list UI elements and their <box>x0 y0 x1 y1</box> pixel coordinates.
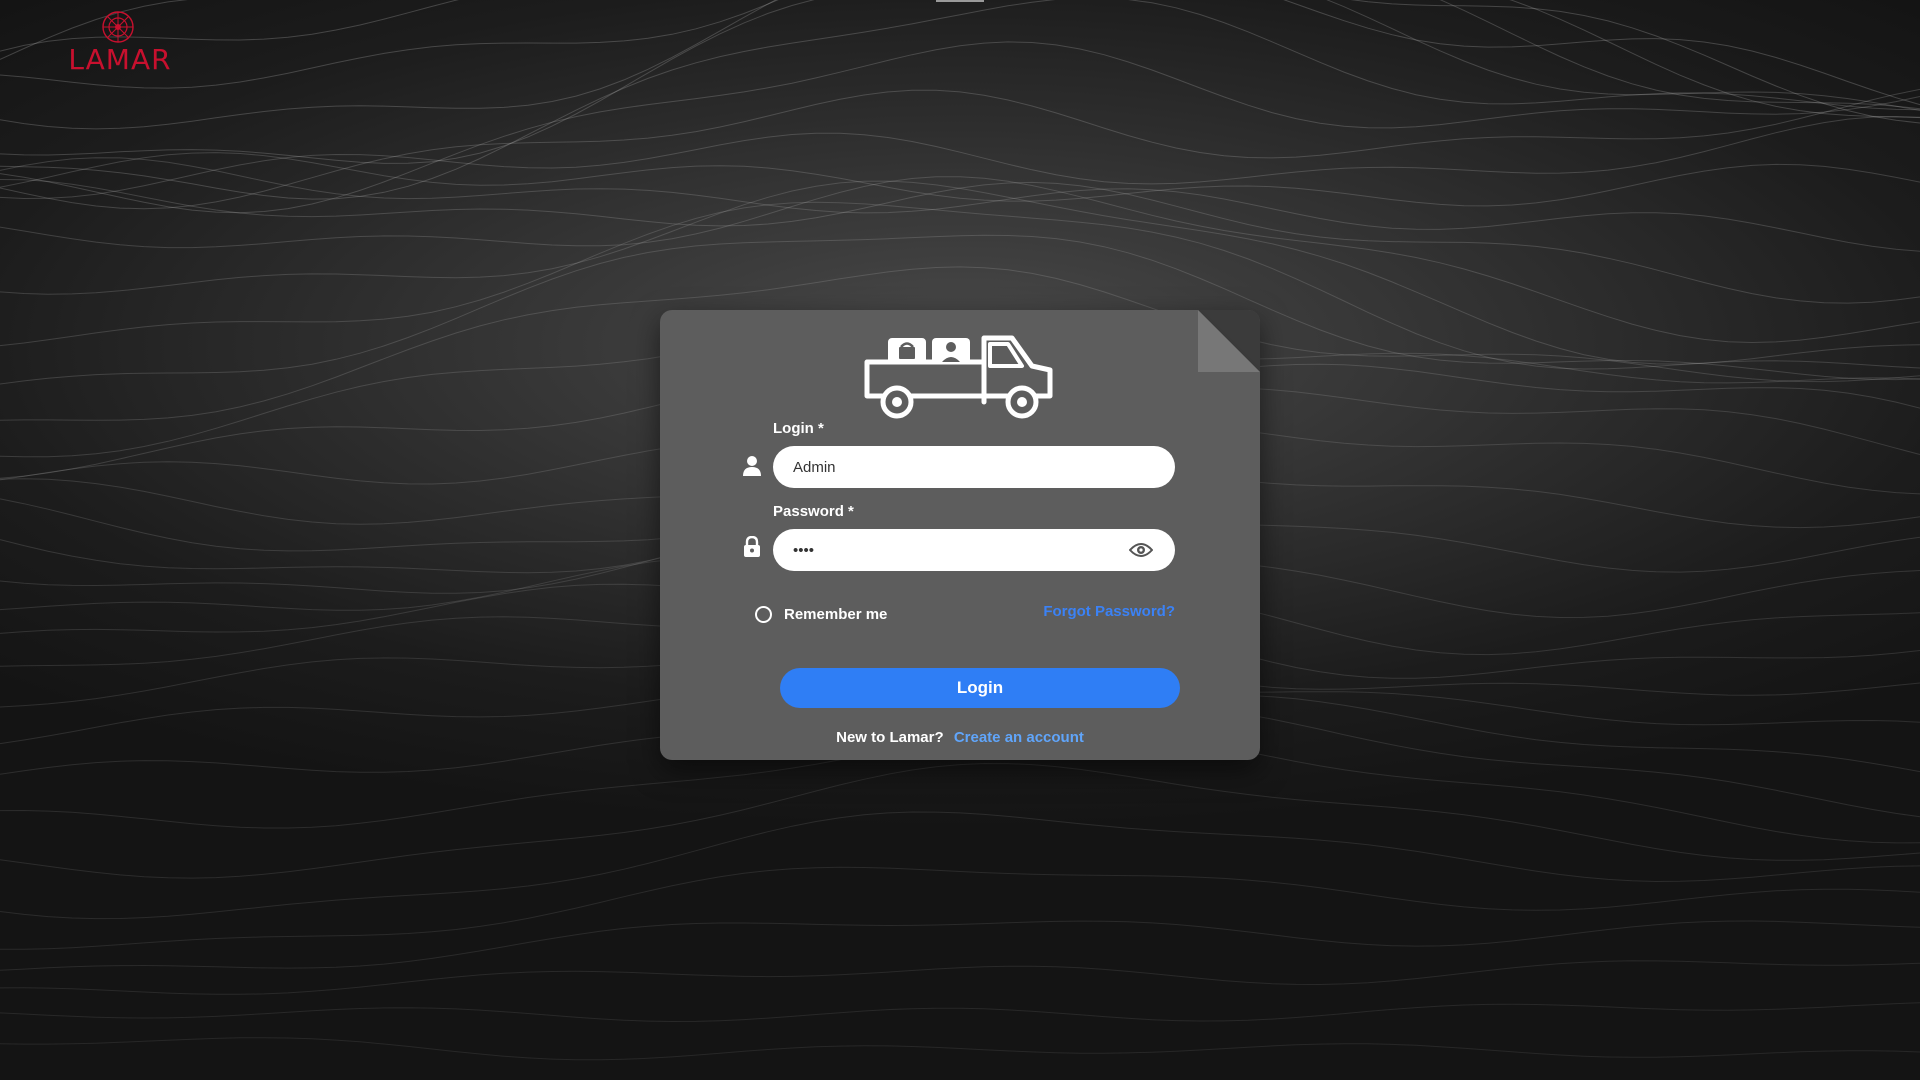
user-icon <box>743 456 761 476</box>
card-corner-fold <box>1198 310 1260 372</box>
create-account-link[interactable]: Create an account <box>954 729 1084 746</box>
forgot-password-link[interactable]: Forgot Password? <box>1043 603 1175 620</box>
lock-icon <box>744 536 760 557</box>
login-card: Login * Password * Remember me Forgot Pa… <box>660 310 1260 760</box>
login-field[interactable] <box>773 446 1175 488</box>
remember-me-radio[interactable] <box>755 605 772 623</box>
brand-logo[interactable]: LAMAR <box>60 10 180 76</box>
emblem-icon <box>102 11 134 43</box>
eye-icon[interactable] <box>1129 541 1153 559</box>
signup-prompt: New to Lamar? Create an account <box>660 729 1260 746</box>
top-indicator <box>936 0 984 2</box>
password-label: Password * <box>773 503 854 520</box>
password-input[interactable] <box>793 529 1113 571</box>
login-button[interactable]: Login <box>780 668 1180 708</box>
remember-me-toggle[interactable]: Remember me <box>755 602 887 626</box>
signup-question: New to Lamar? <box>836 729 944 746</box>
login-label: Login * <box>773 420 824 437</box>
login-input[interactable] <box>793 446 1113 488</box>
password-field[interactable] <box>773 529 1175 571</box>
truck-icon <box>864 335 1053 419</box>
brand-name: LAMAR <box>68 43 172 76</box>
remember-me-label: Remember me <box>784 605 888 623</box>
